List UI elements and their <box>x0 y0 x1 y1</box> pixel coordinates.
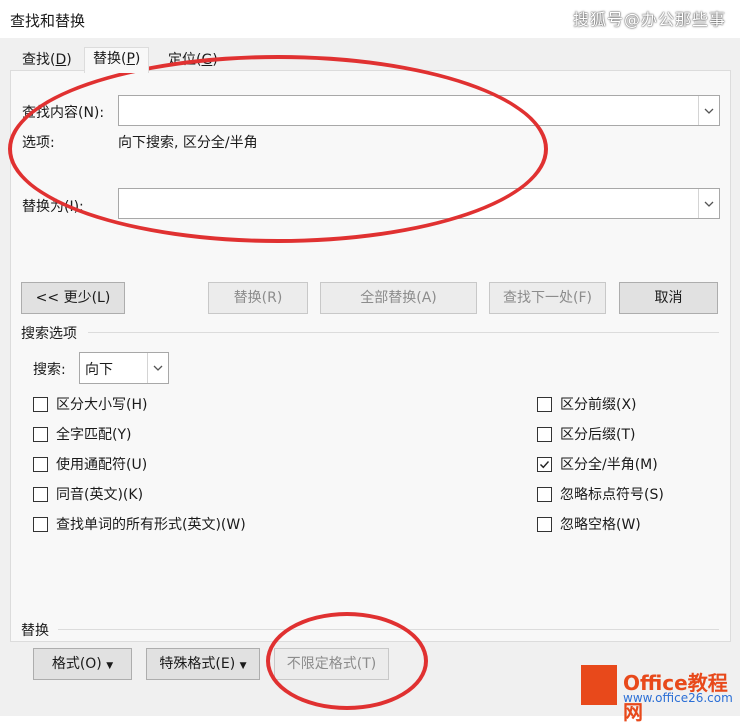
search-direction-select[interactable]: 向下 <box>79 352 169 384</box>
watermark-text: 搜狐号@办公那些事 <box>572 10 726 29</box>
caret-down-icon: ▼ <box>106 661 114 671</box>
chevron-down-icon <box>704 201 714 207</box>
find-next-button[interactable]: 查找下一处(F) <box>489 282 606 314</box>
checkbox-box[interactable] <box>33 426 48 442</box>
search-direction-value: 向下 <box>85 362 113 378</box>
replace-input[interactable] <box>118 188 720 219</box>
checkbox-label: 区分前缀(X) <box>560 397 637 413</box>
office-logo-icon <box>581 665 617 705</box>
tab-goto[interactable]: 定位(G) <box>160 49 226 71</box>
tab-replace-key: P <box>126 51 135 67</box>
checkbox-label: 忽略标点符号(S) <box>560 487 664 503</box>
tab-find-key: D <box>55 52 67 68</box>
checkbox-box[interactable] <box>33 516 48 532</box>
search-direction-dropdown[interactable] <box>147 353 168 383</box>
checkbox-label: 区分全/半角(M) <box>560 457 658 473</box>
checkbox-box[interactable] <box>33 456 48 472</box>
checkbox-word-forms[interactable]: 查找单词的所有形式(英文)(W) <box>33 514 246 534</box>
checkbox-box[interactable] <box>537 516 552 532</box>
checkbox-label: 查找单词的所有形式(英文)(W) <box>56 517 246 533</box>
chevron-down-icon <box>704 108 714 114</box>
find-dropdown-button[interactable] <box>698 96 719 125</box>
checkbox-label: 全字匹配(Y) <box>56 427 132 443</box>
check-icon <box>540 460 550 468</box>
checkbox-box[interactable] <box>537 486 552 502</box>
tab-find[interactable]: 查找(D) <box>14 49 80 71</box>
search-direction-label: 搜索: <box>33 362 66 378</box>
tab-goto-label: 定位( <box>168 52 202 68</box>
cancel-button[interactable]: 取消 <box>619 282 718 314</box>
tab-find-suffix: ) <box>66 52 72 68</box>
checkbox-match-prefix[interactable]: 区分前缀(X) <box>537 394 637 414</box>
checkbox-label: 区分大小写(H) <box>56 397 148 413</box>
format-button-label: 格式(O) <box>51 656 102 672</box>
replace-dropdown-button[interactable] <box>698 189 719 218</box>
replace-label: 替换为(I): <box>22 199 84 215</box>
logo-url: www.office26.com <box>623 691 733 705</box>
options-label: 选项: <box>22 135 55 151</box>
tab-goto-key: G <box>201 52 213 68</box>
replace-section-heading: 替换 <box>21 623 49 639</box>
checkbox-whole-word[interactable]: 全字匹配(Y) <box>33 424 131 444</box>
checkbox-box[interactable] <box>537 426 552 442</box>
no-formatting-button[interactable]: 不限定格式(T) <box>274 648 389 680</box>
tab-replace-label: 替换( <box>93 51 127 67</box>
tab-find-label: 查找( <box>22 52 56 68</box>
checkbox-box[interactable] <box>537 396 552 412</box>
find-label: 查找内容(N): <box>22 105 105 121</box>
chevron-down-icon <box>153 365 163 371</box>
replace-button[interactable]: 替换(R) <box>208 282 308 314</box>
checkbox-ignore-punctuation[interactable]: 忽略标点符号(S) <box>537 484 664 504</box>
office-tutorial-logo: Office教程网 www.office26.com <box>575 663 735 724</box>
divider <box>58 629 719 630</box>
special-format-button[interactable]: 特殊格式(E) ▼ <box>146 648 260 680</box>
caret-down-icon: ▼ <box>239 661 247 671</box>
window-title: 查找和替换 <box>10 12 86 30</box>
find-input[interactable] <box>118 95 720 126</box>
divider <box>88 332 719 333</box>
tab-replace[interactable]: 替换(P) <box>84 47 150 73</box>
replace-all-button[interactable]: 全部替换(A) <box>320 282 477 314</box>
checkbox-label: 忽略空格(W) <box>560 517 641 533</box>
checkbox-box[interactable] <box>33 486 48 502</box>
checkbox-box[interactable] <box>33 396 48 412</box>
checkbox-label: 同音(英文)(K) <box>56 487 144 503</box>
title-bar: 查找和替换 搜狐号@办公那些事 <box>0 0 740 38</box>
checkbox-label: 区分后缀(T) <box>560 427 636 443</box>
checkbox-ignore-whitespace[interactable]: 忽略空格(W) <box>537 514 641 534</box>
options-value: 向下搜索, 区分全/半角 <box>118 135 258 151</box>
checkbox-box[interactable] <box>537 456 552 472</box>
checkbox-wildcards[interactable]: 使用通配符(U) <box>33 454 147 474</box>
checkbox-sounds-like[interactable]: 同音(英文)(K) <box>33 484 143 504</box>
checkbox-match-case[interactable]: 区分大小写(H) <box>33 394 147 414</box>
format-button[interactable]: 格式(O) ▼ <box>33 648 132 680</box>
less-button[interactable]: << 更少(L) <box>21 282 125 314</box>
special-format-button-label: 特殊格式(E) <box>159 656 236 672</box>
tab-replace-suffix: ) <box>134 51 141 67</box>
tab-goto-suffix: ) <box>212 52 218 68</box>
checkbox-label: 使用通配符(U) <box>56 457 148 473</box>
checkbox-full-half-width[interactable]: 区分全/半角(M) <box>537 454 658 474</box>
search-options-heading: 搜索选项 <box>21 326 77 342</box>
checkbox-match-suffix[interactable]: 区分后缀(T) <box>537 424 635 444</box>
